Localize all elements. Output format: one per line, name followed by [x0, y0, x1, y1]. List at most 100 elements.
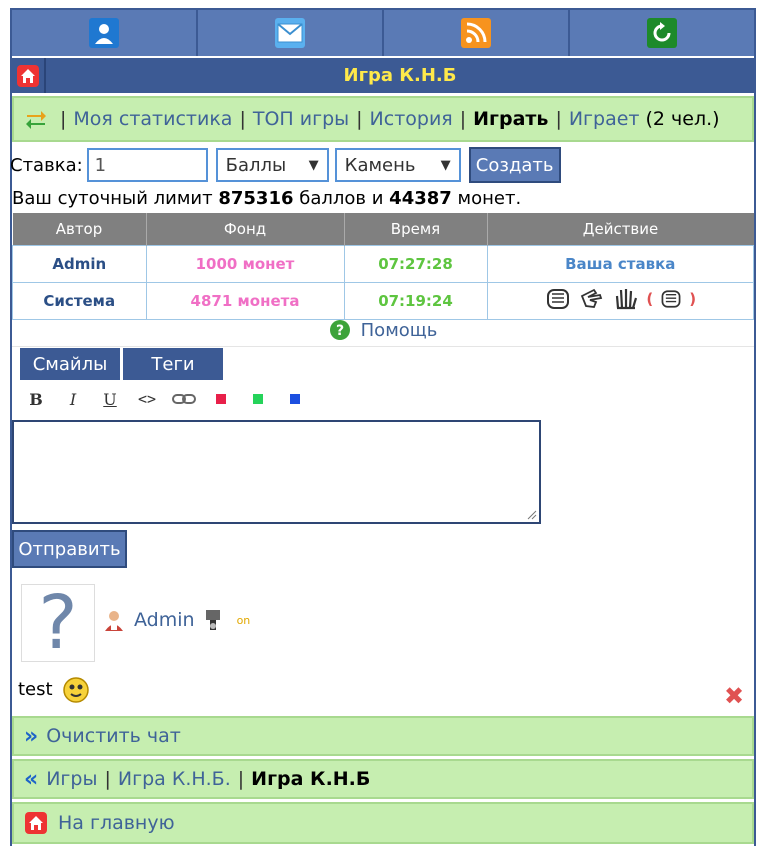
games-table: Автор Фонд Время Действие Admin 1000 мон… — [12, 213, 754, 320]
bold-button[interactable]: B — [24, 388, 48, 410]
mail-icon — [275, 18, 305, 48]
message-body: test — [18, 678, 53, 700]
nav-play-current: Играть — [473, 108, 549, 130]
chevron-down-icon: ▼ — [308, 157, 319, 173]
table-header-row: Автор Фонд Время Действие — [12, 213, 754, 246]
nav-my-stats-link[interactable]: Моя статистика — [73, 108, 232, 130]
home-row[interactable]: На главную — [12, 802, 754, 844]
help-row: ? Помощь — [12, 314, 754, 347]
breadcrumb-separator: | — [104, 768, 111, 790]
resize-handle-icon[interactable] — [527, 510, 537, 520]
home-button[interactable] — [12, 58, 46, 93]
clear-chat-link[interactable]: Очистить чат — [46, 725, 181, 747]
send-button[interactable]: Отправить — [12, 530, 127, 568]
paren-close: ) — [689, 290, 697, 308]
help-link[interactable]: Помощь — [361, 320, 438, 341]
link-icon — [172, 394, 196, 404]
profile-button[interactable] — [12, 10, 196, 56]
row-author[interactable]: Admin — [12, 245, 147, 283]
refresh-button[interactable] — [570, 10, 754, 56]
red-color-swatch — [216, 394, 226, 404]
nav-separator: | — [555, 108, 562, 130]
swap-icon — [26, 111, 46, 129]
mail-button[interactable] — [198, 10, 382, 56]
green-color-button[interactable] — [246, 388, 270, 410]
user-icon — [89, 18, 119, 48]
col-author: Автор — [12, 213, 147, 246]
nav-separator: | — [356, 108, 363, 130]
svg-text:?: ? — [336, 323, 344, 339]
row-fund: 1000 монет — [145, 245, 345, 283]
rock-hand-icon — [661, 290, 681, 308]
tab-smiles[interactable]: Смайлы — [20, 348, 120, 380]
paren-open: ( — [646, 290, 654, 308]
limit-suffix: монет. — [457, 188, 522, 209]
top-icon-bar — [12, 10, 754, 56]
breadcrumb-game-knb[interactable]: Игра К.Н.Б. — [118, 768, 231, 790]
smiley-icon — [62, 677, 89, 703]
nav-separator: | — [459, 108, 467, 130]
paper-hand-icon[interactable] — [612, 286, 640, 312]
italic-button[interactable]: I — [61, 388, 85, 410]
double-chevron-left-icon: « — [24, 766, 39, 792]
link-button[interactable] — [172, 388, 196, 410]
choice-value: Камень — [344, 154, 416, 176]
code-button[interactable]: <> — [135, 388, 159, 410]
row-action-your-bet: Ваша ставка — [486, 245, 754, 283]
limit-prefix: Ваш суточный лимит — [12, 188, 213, 209]
game-nav: | Моя статистика | ТОП игры | История | … — [12, 96, 754, 142]
chevron-down-icon: ▼ — [440, 157, 451, 173]
online-status: on — [236, 613, 251, 627]
delete-message-button[interactable]: ✖ — [724, 682, 744, 710]
col-time: Время — [344, 213, 488, 246]
nav-playing-link[interactable]: Играет — [569, 108, 640, 130]
limit-points: 875316 — [218, 188, 294, 209]
col-action: Действие — [487, 213, 754, 246]
limit-mid: баллов и — [299, 188, 384, 209]
choice-select[interactable]: Камень ▼ — [334, 148, 461, 182]
message-textarea[interactable] — [12, 420, 541, 524]
rock-hand-icon[interactable] — [544, 286, 572, 312]
blue-color-swatch — [290, 394, 300, 404]
rss-icon — [461, 18, 491, 48]
breadcrumb-games[interactable]: Игры — [46, 768, 97, 790]
nav-history-link[interactable]: История — [370, 108, 453, 130]
row-time: 07:27:28 — [343, 245, 488, 283]
red-color-button[interactable] — [209, 388, 233, 410]
admin-rank-icon — [105, 611, 123, 631]
breadcrumb-current: Игра К.Н.Б — [251, 768, 371, 790]
col-fund: Фонд — [146, 213, 345, 246]
message-text: test — [18, 674, 91, 704]
help-icon: ? — [329, 320, 350, 340]
blue-color-button[interactable] — [283, 388, 307, 410]
nav-separator: | — [60, 108, 67, 130]
badge-icon — [205, 610, 220, 630]
create-button[interactable]: Создать — [468, 147, 561, 183]
breadcrumb: « Игры | Игра К.Н.Б. | Игра К.Н.Б — [12, 759, 754, 799]
refresh-icon — [647, 18, 677, 48]
home-icon — [17, 64, 39, 87]
underline-button[interactable]: U — [98, 388, 122, 410]
nav-separator: | — [239, 108, 246, 130]
editor-toolbar: B I U <> — [24, 388, 320, 410]
clear-chat-row[interactable]: » Очистить чат — [12, 716, 754, 756]
breadcrumb-separator: | — [237, 768, 245, 790]
currency-value: Баллы — [225, 154, 287, 176]
avatar: ? — [21, 580, 95, 666]
home-link[interactable]: На главную — [58, 812, 175, 834]
green-color-swatch — [253, 394, 263, 404]
double-chevron-right-icon: » — [24, 723, 39, 749]
editor-tabs: Смайлы Теги — [20, 348, 226, 380]
bet-amount-input[interactable]: 1 — [86, 148, 208, 182]
daily-limit-text: Ваш суточный лимит 875316 баллов и 44387… — [12, 188, 521, 209]
scissors-hand-icon[interactable] — [578, 286, 606, 312]
title-bar: Игра К.Н.Б — [12, 58, 754, 93]
currency-select[interactable]: Баллы ▼ — [215, 148, 329, 182]
rss-button[interactable] — [384, 10, 568, 56]
author-link[interactable]: Admin — [134, 609, 195, 631]
bet-form: Ставка: 1 Баллы ▼ Камень ▼ Создать — [10, 146, 561, 184]
message-author: Admin on — [102, 608, 250, 632]
nav-top-link[interactable]: ТОП игры — [253, 108, 349, 130]
close-icon: ✖ — [724, 682, 745, 710]
tab-tags[interactable]: Теги — [123, 348, 223, 380]
